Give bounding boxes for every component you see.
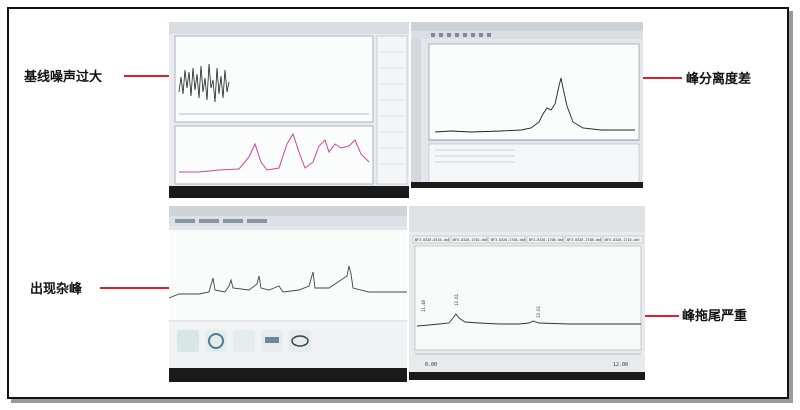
file-tab-label: BF3-0326-1704.dat (491, 238, 526, 242)
file-tab-label: BF3-0326-1710.dat (605, 238, 640, 242)
file-tab-label: BF3-0326-0316.dat (415, 238, 450, 242)
file-tab-label: BF3-0326-1706.dat (529, 238, 564, 242)
screen-photo-baseline-noise (169, 22, 409, 198)
svg-text:13.61: 13.61 (454, 293, 459, 306)
x-axis-tick-right: 12.00 (613, 362, 628, 368)
label-extra-peaks: 出现杂峰 (30, 282, 83, 297)
label-baseline-noise: 基线噪声过大 (24, 70, 103, 85)
leader-line-peak-tailing (643, 315, 679, 317)
screen-photo-poor-resolution (411, 22, 643, 188)
label-peak-tailing: 峰拖尾严重 (682, 309, 748, 324)
file-tab-label: BF3-0326-1708.dat (567, 238, 602, 242)
x-axis-tick-left: 0.00 (425, 362, 437, 368)
svg-text:13.61: 13.61 (536, 305, 541, 318)
screen-photo-extra-peaks (169, 206, 407, 382)
label-poor-resolution: 峰分离度差 (686, 72, 752, 87)
file-tab-label: BF3-0326-1702.dat (453, 238, 488, 242)
leader-line-extra-peaks (100, 287, 169, 289)
screen-photo-peak-tailing: BF3-0326-0316.dat BF3-0326-1702.dat BF3-… (409, 206, 645, 380)
leader-line-poor-resolution (640, 77, 682, 79)
svg-text:11.40: 11.40 (421, 299, 426, 312)
leader-line-baseline-noise (124, 75, 169, 77)
